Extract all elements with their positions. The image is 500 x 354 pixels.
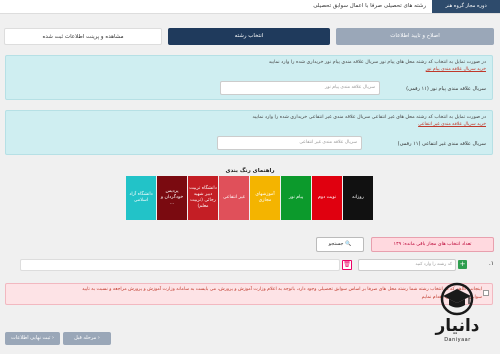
search-button[interactable]: 🔍 جستجو	[316, 237, 364, 252]
non-profit-serial-panel: در صورت تمایل به انتخاب کد رشته محل های …	[5, 110, 493, 155]
exam-group-badge: دوره مجاز گروه هنر	[432, 0, 500, 13]
breadcrumb: رشته های تحصیلی صرفا با اعمال سوابق تحصی…	[313, 3, 426, 9]
tab-edit-confirm[interactable]: اصلاح و تایید اطلاعات	[336, 28, 494, 45]
swatch-virtual: آموزشهای مجازی	[250, 176, 280, 220]
final-submit-label: ثبت نهایی اطلاعات	[11, 335, 51, 341]
swatch-payam-noor: پیام نور	[281, 176, 311, 220]
swatch-azad: دانشگاه آزاد اسلامی	[126, 176, 156, 220]
payam-noor-description: در صورت تمایل به انتخاب کد رشته محل های …	[268, 60, 486, 65]
top-bar: دوره مجاز گروه هنر رشته های تحصیلی صرفا …	[0, 0, 500, 14]
field-code-input[interactable]: کد رشته را وارد کنید	[358, 259, 456, 271]
watermark-logo: دانیار Daniyaar	[420, 280, 495, 350]
add-row-button[interactable]: +	[458, 260, 467, 269]
non-profit-serial-label: سریال علاقه مندی غیر انتفاعی (۱۱ رقمی)	[397, 141, 486, 147]
non-profit-description: در صورت تمایل به انتخاب کد رشته محل های …	[252, 115, 486, 120]
payam-noor-serial-input[interactable]: سریال علاقه مندی پیام نور	[220, 81, 380, 95]
tab-view-print[interactable]: مشاهده و پرینت اطلاعات ثبت شده	[4, 28, 162, 45]
swatch-non-profit: غیر انتفاعی	[219, 176, 249, 220]
remaining-choices-badge: تعداد انتخاب های مجاز باقی مانده: ۱۴۹	[371, 237, 494, 252]
swatch-evening: نوبت دوم	[312, 176, 342, 220]
final-submit-button[interactable]: ‹ ثبت نهایی اطلاعات	[5, 332, 60, 345]
chevron-left-icon: ‹	[51, 335, 54, 341]
color-guide: روزانه نوبت دوم پیام نور آموزشهای مجازی …	[125, 176, 373, 220]
previous-step-label: مرحله قبل	[74, 335, 97, 341]
search-icon: 🔍	[345, 241, 352, 247]
chevron-left-icon: ‹	[97, 335, 100, 341]
delete-row-button[interactable]: 🗑	[342, 260, 352, 270]
step-tabs: اصلاح و تایید اطلاعات انتخاب رشته مشاهده…	[4, 28, 494, 46]
graduation-cap-icon	[440, 282, 474, 316]
previous-step-button[interactable]: ‹ مرحله قبل	[63, 332, 111, 345]
payam-noor-buy-link[interactable]: خرید سریال علاقه مندی پیام نور	[426, 67, 486, 72]
search-button-label: جستجو	[328, 241, 344, 247]
non-profit-serial-input[interactable]: سریال علاقه مندی غیر انتفاعی	[217, 136, 362, 150]
tab-field-selection[interactable]: انتخاب رشته	[168, 28, 330, 45]
watermark-subtitle: Daniyaar	[444, 337, 471, 343]
swatch-teacher-training: دانشگاه تربیت دبیر شهید رجائی (تربیت معل…	[188, 176, 218, 220]
trash-icon: 🗑	[343, 261, 351, 268]
payam-noor-serial-label: سریال علاقه مندی پیام نور (۱۱ رقمی)	[406, 86, 486, 92]
non-profit-buy-link[interactable]: خرید سریال علاقه مندی غیر انتفاعی	[418, 122, 486, 127]
row-index: ۱.	[488, 260, 494, 267]
watermark-name: دانیار	[435, 316, 480, 336]
swatch-self-governing: پردیس خودگردان و ...	[157, 176, 187, 220]
color-guide-title: راهنمای رنگ بندی	[225, 168, 275, 174]
swatch-daily: روزانه	[343, 176, 373, 220]
field-select-box[interactable]	[20, 259, 340, 271]
payam-noor-serial-panel: در صورت تمایل به انتخاب کد رشته محل های …	[5, 55, 493, 100]
